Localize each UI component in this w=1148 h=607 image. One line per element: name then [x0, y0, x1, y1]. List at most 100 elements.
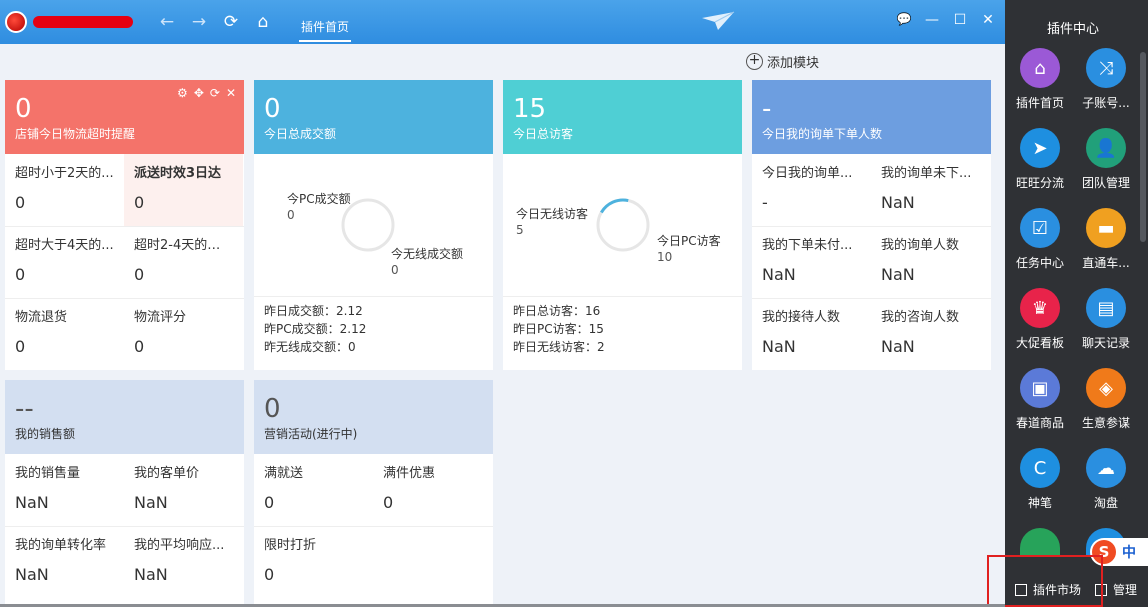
cell-label: 我的接待人数	[762, 310, 841, 325]
cell-value: NaN	[134, 493, 168, 512]
minimize-button[interactable]: —	[923, 12, 941, 28]
grid-cell[interactable]: 我的销售量 NaN	[5, 454, 124, 526]
grid-cell[interactable]: 我的客单价 NaN	[124, 454, 243, 526]
visitors-pc-arc	[596, 198, 650, 252]
wireless-deals-value: 0	[391, 263, 399, 277]
sidebar-item[interactable]: C 神笔	[1007, 448, 1073, 511]
add-module-button[interactable]: + 添加模块	[746, 52, 819, 71]
cell-value: 0	[134, 265, 145, 284]
cell-label: 我的询单人数	[881, 238, 960, 253]
sidebar-item[interactable]: ▤ 聊天记录	[1073, 288, 1139, 351]
dashboard: + 添加模块 ⚙ ✥ ⟳ ✕ 0 店铺今日物流超时提醒 超时小于2天的... 0…	[0, 44, 1005, 607]
window-controls: 💬 — ☐ ✕	[895, 12, 997, 28]
sidebar-title: 插件中心	[1046, 22, 1099, 37]
plus-circle-icon: +	[746, 53, 763, 70]
card-title: 店铺今日物流超时提醒	[15, 127, 136, 141]
grid-cell[interactable]: 我的询单转化率 NaN	[5, 526, 124, 598]
grid-cell[interactable]: 超时大于4天的... 0	[5, 226, 124, 298]
sidebar-item[interactable]: ▬ 直通车...	[1073, 208, 1139, 271]
compass-icon: ◈	[1086, 368, 1126, 408]
plugin-sidebar: 插件中心 ⌂ 插件首页 ⤨ 子账号... ➤ 旺旺分流 👤 团队管理 ☑ 任务中心 ▬ 直通车... ♛…	[1005, 0, 1148, 607]
grid-cell[interactable]: 超时小于2天的... 0	[5, 154, 124, 226]
grid-cell[interactable]: 我的咨询人数 NaN	[871, 298, 990, 370]
visitors-donut-chart	[596, 198, 650, 252]
grid-cell[interactable]: 我的接待人数 NaN	[752, 298, 871, 370]
grid-cell[interactable]: 物流评分 0	[124, 298, 243, 370]
logistics-card-header: ⚙ ✥ ⟳ ✕ 0 店铺今日物流超时提醒	[5, 80, 244, 154]
cloud-icon: ☁	[1086, 448, 1126, 488]
refresh-button[interactable]: ⟳	[217, 12, 245, 32]
card-title: 今日我的询单下单人数	[762, 127, 883, 141]
grid-cell-highlighted[interactable]: 派送时效3日达 0	[124, 154, 243, 226]
cell-label: 我的平均响应...	[134, 538, 225, 553]
cell-value: 0	[134, 337, 145, 356]
pc-deals-value: 0	[287, 208, 295, 222]
yesterday-pc-deals: 昨PC成交额：2.12	[264, 322, 367, 336]
grid-cell[interactable]: 我的平均响应... NaN	[124, 526, 243, 598]
sidebar-item-label: 淘盘	[1093, 496, 1118, 510]
grid-cell[interactable]: 我的下单未付... NaN	[752, 226, 871, 298]
sidebar-item-label: 神笔	[1027, 496, 1052, 510]
card-title: 营销活动(进行中)	[264, 427, 358, 441]
card-value: -	[762, 94, 772, 124]
home-button[interactable]: ⌂	[249, 12, 277, 32]
cell-label: 满件优惠	[383, 466, 436, 481]
settings-icon[interactable]: ⚙	[177, 86, 188, 100]
cell-value: NaN	[762, 265, 796, 284]
visitors-card: 15 今日总访客 今日无线访客 5 今日PC访客 10 昨日总访客：16 昨日P…	[503, 80, 742, 370]
grid-cell[interactable]: 物流退货 0	[5, 298, 124, 370]
cell-value: 0	[134, 193, 145, 212]
grid-cell[interactable]: 满件优惠 0	[373, 454, 492, 526]
pc-deals: 今PC成交额 0	[287, 191, 351, 223]
sidebar-item-label: 春道商品	[1015, 416, 1064, 430]
wireless-visitors-value: 5	[516, 223, 524, 237]
cell-label: 我的销售量	[15, 466, 81, 481]
pc-deals-label: 今PC成交额	[287, 192, 351, 206]
grid-cell[interactable]: 满就送 0	[254, 454, 373, 526]
sidebar-item[interactable]: ◈ 生意参谋	[1073, 368, 1139, 431]
move-icon[interactable]: ✥	[194, 86, 204, 100]
tab-plugin-home[interactable]: 插件首页	[299, 12, 352, 42]
card-title: 今日总成交额	[264, 127, 337, 141]
close-icon[interactable]: ✕	[226, 86, 236, 100]
sidebar-item[interactable]: ♛ 大促看板	[1007, 288, 1073, 351]
sidebar-item[interactable]: ⌂ 插件首页	[1007, 48, 1073, 111]
cell-label: 超时大于4天的...	[15, 238, 114, 253]
grid-cell[interactable]: 今日我的询单... -	[752, 154, 871, 226]
grid-cell[interactable]: 我的询单未下... NaN	[871, 154, 990, 226]
forward-button[interactable]: →	[185, 12, 213, 32]
sidebar-scrollbar[interactable]	[1140, 52, 1146, 242]
grid-cell[interactable]: 限时打折 0	[254, 526, 373, 598]
sales-card-header: -- 我的销售额	[5, 380, 244, 454]
redacted-shop-name	[33, 16, 133, 28]
card-value: 0	[264, 394, 281, 424]
yesterday-visitors: 昨日总访客：16	[513, 304, 601, 318]
sidebar-item-label: 团队管理	[1081, 176, 1130, 190]
grid-cell[interactable]: 我的询单人数 NaN	[871, 226, 990, 298]
sidebar-item[interactable]: ☁ 淘盘	[1073, 448, 1139, 511]
sidebar-item[interactable]: 👤 团队管理	[1073, 128, 1139, 191]
cell-label: 我的下单未付...	[762, 238, 853, 253]
ime-mode-label: 中	[1122, 545, 1136, 561]
feedback-icon[interactable]: 💬	[895, 12, 913, 28]
back-button[interactable]: ←	[153, 12, 181, 32]
cell-value: 0	[264, 565, 275, 584]
grid-cell[interactable]: 超时2-4天的订单 0	[124, 226, 243, 298]
close-button[interactable]: ✕	[979, 12, 997, 28]
cell-label: 物流评分	[134, 310, 187, 325]
cell-label: 我的客单价	[134, 466, 200, 481]
chat-log-icon: ▤	[1086, 288, 1126, 328]
sidebar-item[interactable]: ☑ 任务中心	[1007, 208, 1073, 271]
card-title: 我的销售额	[15, 427, 76, 441]
sidebar-item[interactable]: ➤ 旺旺分流	[1007, 128, 1073, 191]
pc-visitors-label: 今日PC访客	[657, 234, 721, 248]
sidebar-item[interactable]: ⤨ 子账号...	[1073, 48, 1139, 111]
title-bar: ← → ⟳ ⌂ 插件首页 💬 — ☐ ✕	[0, 0, 1005, 44]
marketing-card-header: 0 营销活动(进行中)	[254, 380, 493, 454]
sidebar-item[interactable]: ▣ 春道商品	[1007, 368, 1073, 431]
sales-card: -- 我的销售额 我的销售量 NaN 我的客单价 NaN 我的询单转化率 NaN…	[5, 380, 244, 607]
refresh-icon[interactable]: ⟳	[210, 86, 220, 100]
sidebar-item-label: 任务中心	[1015, 256, 1064, 270]
maximize-button[interactable]: ☐	[951, 12, 969, 28]
calendar-icon: ☑	[1020, 208, 1060, 248]
